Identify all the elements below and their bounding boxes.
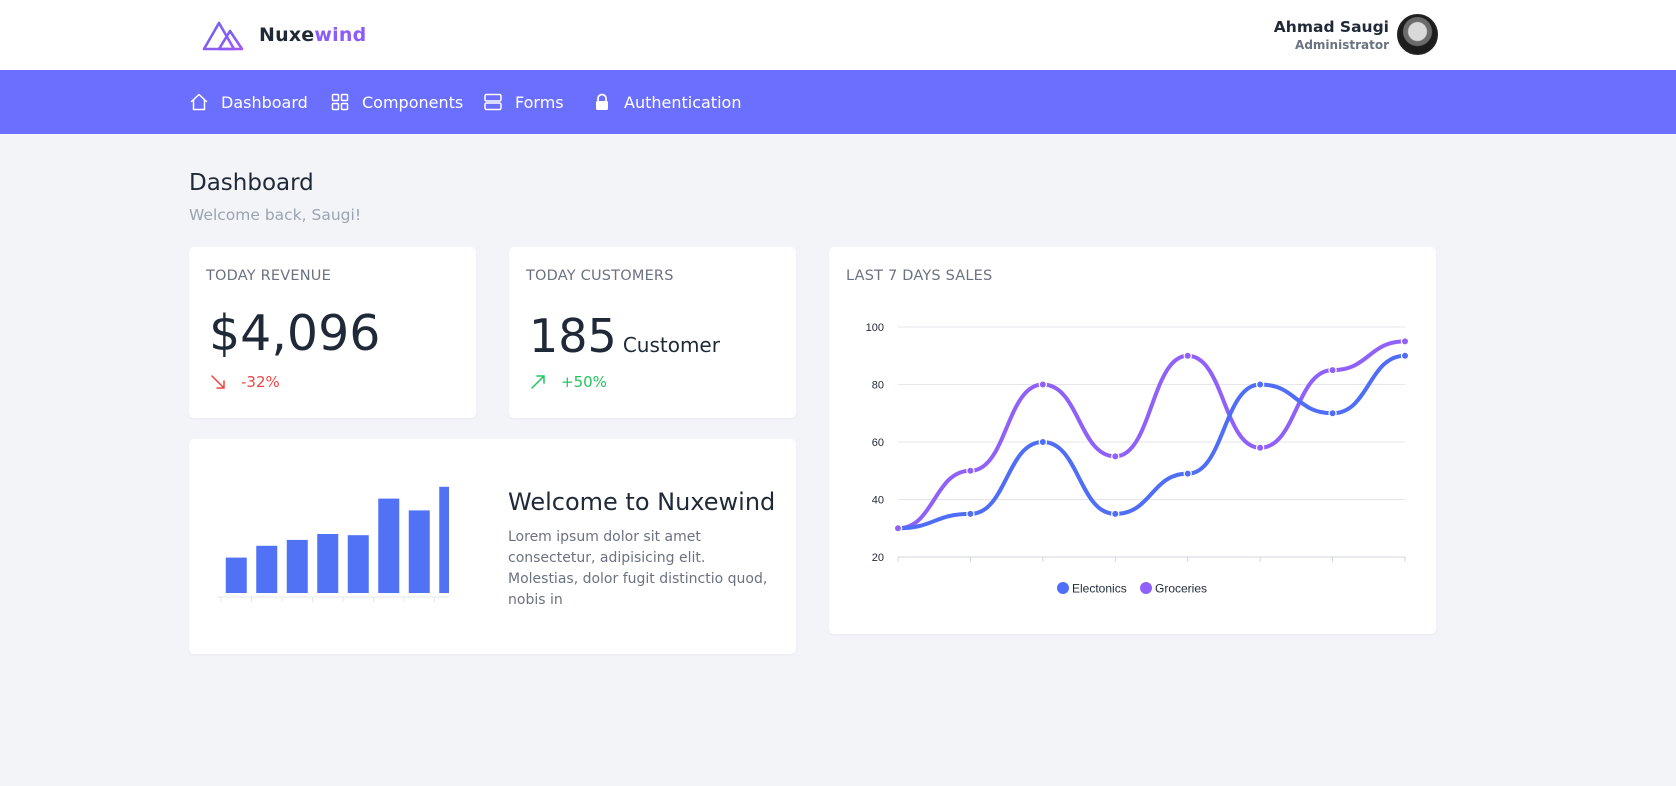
revenue-delta-value: -32%: [241, 373, 280, 391]
data-point-groceries: [1400, 337, 1410, 346]
legend-label-groceries: Groceries: [1155, 582, 1207, 596]
nav-item-forms[interactable]: Forms: [483, 70, 564, 134]
data-point-electonics: [1328, 409, 1337, 418]
bar-6: [378, 498, 400, 593]
bar-5: [347, 535, 369, 593]
revenue-value: $4,096: [209, 305, 381, 362]
page-title: Dashboard: [189, 170, 314, 196]
welcome-text: Lorem ipsum dolor sit amet consectetur, …: [508, 529, 768, 608]
customers-delta-value: +50%: [561, 373, 607, 391]
data-point-electonics: [1400, 351, 1410, 360]
bar-4: [317, 534, 339, 593]
data-point-groceries: [1255, 443, 1265, 452]
y-tick-label: 60: [872, 437, 884, 449]
user-info: Ahmad Saugi Administrator: [1274, 17, 1389, 53]
data-point-groceries: [1328, 365, 1337, 375]
bar-8: [439, 486, 449, 593]
sales-card: LAST 7 DAYS SALES 20 40 60 80 100 Electonics G…: [829, 247, 1436, 634]
sales-line-chart: 20 40 60 80 100 Electonics Groceries: [866, 322, 1410, 596]
logo-icon: [202, 21, 244, 51]
legend-label-electonics: Electonics: [1072, 582, 1127, 596]
brand-name-part2: wind: [314, 24, 367, 46]
user-name: Ahmad Saugi: [1273, 17, 1389, 36]
data-point-electonics: [1255, 380, 1265, 389]
legend-marker-groceries: [1140, 582, 1152, 594]
y-tick-label: 20: [872, 552, 884, 564]
legend-marker-electonics: [1057, 582, 1069, 594]
grid-icon: [331, 93, 349, 111]
data-point-groceries: [893, 524, 903, 533]
data-point-electonics: [1183, 469, 1192, 478]
page-subtitle: Welcome back, Saugi!: [189, 206, 362, 224]
data-point-groceries: [966, 466, 975, 475]
main-nav: Dashboard Components Forms Authenticatio…: [0, 70, 1676, 134]
y-tick-label: 100: [866, 322, 884, 334]
y-tick-label: 80: [872, 380, 884, 392]
user-menu[interactable]: Ahmad Saugi Administrator: [1274, 14, 1438, 55]
customers-card: TODAY CUSTOMERS 185 Customer +50%: [509, 247, 796, 418]
revenue-label: TODAY REVENUE: [206, 268, 331, 284]
forms-icon: [484, 93, 502, 111]
nav-item-components[interactable]: Components: [330, 70, 463, 134]
welcome-title: Welcome to Nuxewind: [508, 488, 776, 516]
data-point-electonics: [966, 509, 975, 519]
brand-name: Nuxewind: [259, 24, 366, 46]
revenue-delta: -32%: [209, 373, 280, 391]
trend-down-icon: [211, 375, 225, 389]
data-point-electonics: [1038, 437, 1048, 447]
brand-name-part1: Nuxe: [259, 24, 315, 46]
nav-item-label: Components: [362, 92, 464, 112]
nav-item-label: Forms: [515, 92, 564, 112]
brand[interactable]: Nuxewind: [202, 18, 366, 52]
top-bar: Nuxewind Ahmad Saugi Administrator: [0, 0, 1676, 70]
customers-label: TODAY CUSTOMERS: [526, 268, 674, 284]
bar-3: [286, 539, 308, 593]
nav-item-authentication[interactable]: Authentication: [592, 70, 741, 134]
avatar[interactable]: [1397, 14, 1438, 55]
bar-2: [256, 545, 278, 593]
y-tick-label: 40: [872, 495, 884, 507]
revenue-card: TODAY REVENUE $4,096 -32%: [189, 247, 476, 418]
bar-7: [408, 510, 430, 593]
trend-up-icon: [531, 375, 545, 389]
data-point-groceries: [1183, 351, 1192, 360]
welcome-card: Welcome to Nuxewind Lorem ipsum dolor si…: [189, 439, 796, 654]
nav-item-dashboard[interactable]: Dashboard: [189, 70, 308, 134]
nav-item-label: Dashboard: [221, 92, 308, 112]
data-point-groceries: [1111, 452, 1120, 461]
lock-icon: [596, 93, 608, 110]
data-point-electonics: [1111, 509, 1120, 519]
customers-value-row: 185 Customer: [529, 309, 720, 363]
nav-item-label: Authentication: [624, 92, 742, 112]
customers-value: 185: [529, 309, 617, 363]
data-point-groceries: [1038, 380, 1048, 389]
user-role: Administrator: [1295, 37, 1389, 52]
customers-delta: +50%: [529, 373, 607, 391]
bar-chart: [217, 486, 449, 602]
home-icon: [190, 93, 208, 111]
bar-1: [225, 557, 247, 593]
customers-unit: Customer: [622, 333, 720, 357]
